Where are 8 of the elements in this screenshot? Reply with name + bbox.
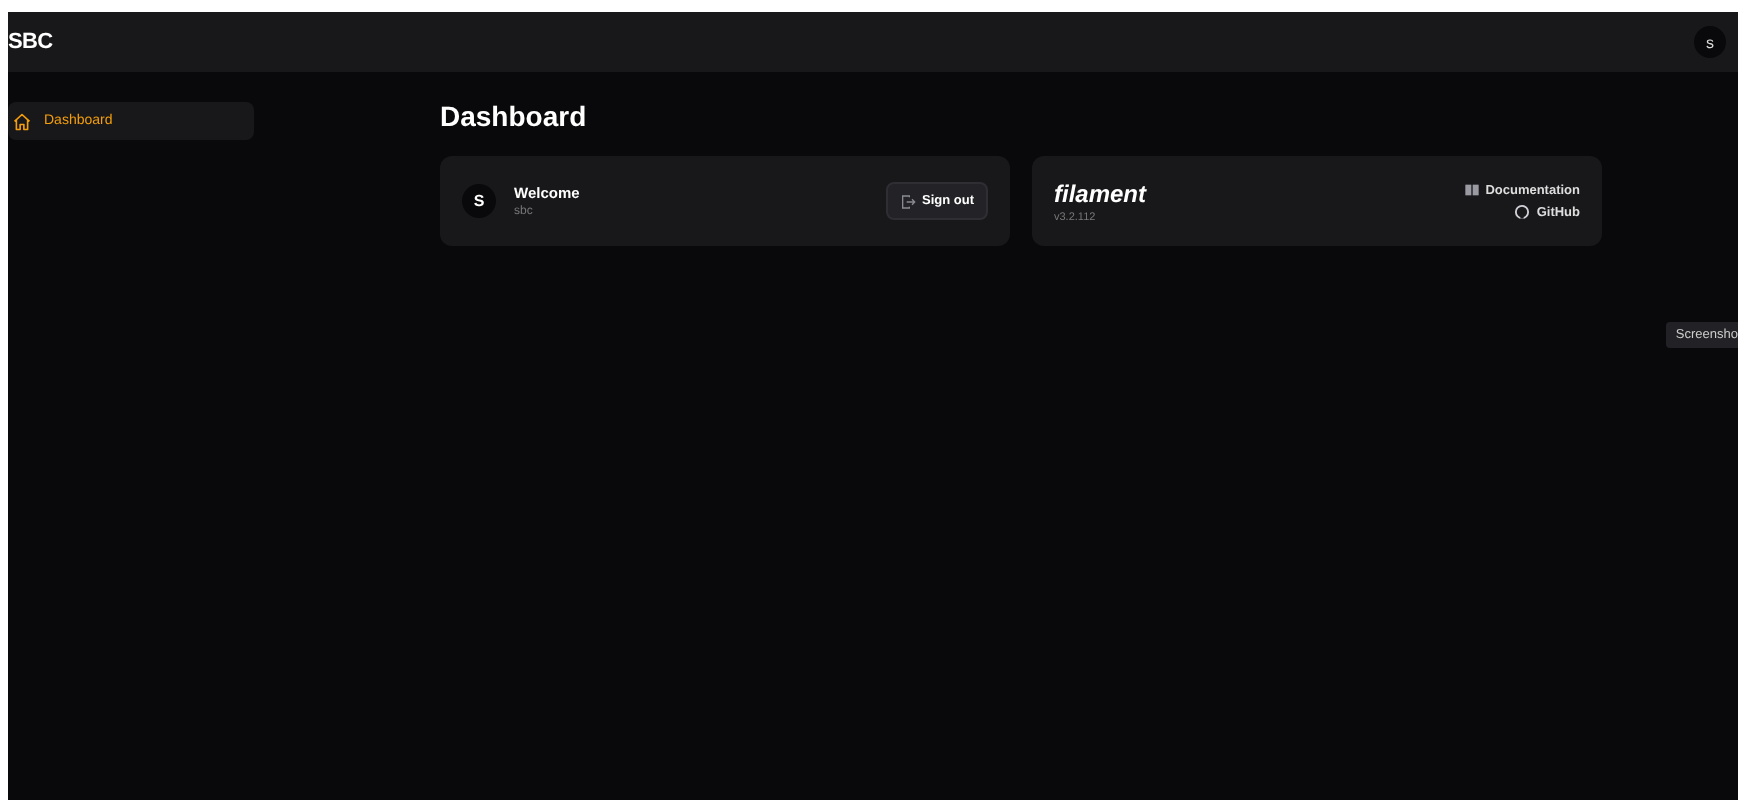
- home-icon: [12, 111, 32, 131]
- page-title: Dashboard: [440, 100, 589, 132]
- filament-logo: filament: [1054, 179, 1147, 207]
- user-avatar: S: [462, 184, 496, 218]
- user-avatar[interactable]: s: [1694, 26, 1726, 58]
- brand-name: SBC: [8, 30, 53, 54]
- book-icon: [1463, 182, 1480, 198]
- sign-out-icon: [900, 193, 916, 209]
